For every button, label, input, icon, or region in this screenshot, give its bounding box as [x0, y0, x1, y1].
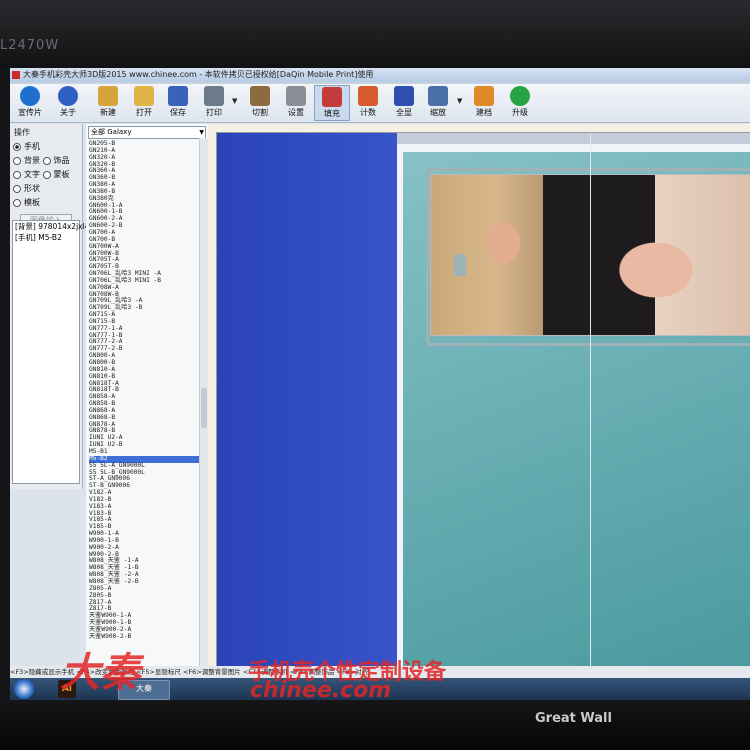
toolbar-label: 升级 [512, 108, 528, 117]
monitor-bezel-left [0, 68, 10, 700]
fill-button[interactable]: 填充 [314, 85, 350, 121]
radio-label: 模板 [24, 198, 40, 207]
screen: 大秦手机彩壳大师3D版2015 www.chinee.com - 本软件拷贝已授… [10, 68, 750, 700]
radio-icon[interactable] [42, 156, 51, 165]
print-button[interactable]: 打印 [196, 85, 232, 121]
radio-label: 蒙板 [53, 170, 70, 179]
radio-text[interactable]: 文字 蒙板 [13, 169, 79, 180]
monitor-bezel-bottom [0, 700, 750, 750]
radio-selected-icon [13, 142, 21, 151]
model-list[interactable]: GN205-B GN210-A GN320-A GN320-B GN360-A GN360… [86, 140, 208, 641]
brand-combo[interactable]: 全部 Galaxy ▼ [88, 126, 206, 139]
settings-button[interactable]: 设置 [278, 85, 314, 121]
radio-icon [13, 156, 21, 165]
radio-shape[interactable]: 形状 [13, 183, 79, 194]
zoom-button[interactable]: 缩放 [420, 85, 456, 121]
about-button[interactable]: 关于 [50, 85, 86, 121]
folder-icon [134, 86, 154, 106]
cut-button[interactable]: 切割 [242, 85, 278, 121]
toolbar-label: 缩放 [430, 108, 446, 117]
fit-all-button[interactable]: 全显 [386, 85, 422, 121]
layer-listbox[interactable]: [背景] 978014x2jxl4c [手机] M5-B2 [12, 220, 94, 484]
new-button[interactable]: 新建 [90, 85, 126, 121]
guide-line[interactable] [590, 133, 591, 673]
save-icon [168, 86, 188, 106]
toolbar-label: 打开 [136, 108, 152, 117]
scrollbar-thumb[interactable] [201, 388, 207, 428]
operation-heading: 操作 [14, 128, 30, 137]
phone-template-outline[interactable] [426, 168, 750, 346]
archive-icon [474, 86, 494, 106]
start-button-icon[interactable] [14, 679, 34, 699]
horizontal-ruler [208, 124, 750, 133]
list-item[interactable]: [手机] M5-B2 [13, 232, 79, 243]
radio-icon[interactable] [42, 170, 51, 179]
operation-panel: 操作 手机 背景 饰品 文字 蒙板 形状 模板 图像输入 [背景] 978014… [10, 124, 94, 489]
promo-icon [20, 86, 40, 106]
monitor-bezel-top: L2470W [0, 0, 750, 68]
save-button[interactable]: 保存 [160, 85, 196, 121]
toolbar-label: 切割 [252, 108, 268, 117]
monitor-model-label: L2470W [0, 38, 60, 53]
radio-phone[interactable]: 手机 [13, 141, 79, 152]
toolbar-label: 宣传片 [18, 108, 42, 117]
printer-icon [204, 86, 224, 106]
toolbar-label: 计数 [360, 108, 376, 117]
print-dropdown-arrow[interactable]: ▼ [232, 97, 237, 105]
open-button[interactable]: 打开 [126, 85, 162, 121]
chevron-down-icon[interactable]: ▼ [199, 127, 204, 138]
model-list-panel: 全部 Galaxy ▼ GN205-B GN210-A GN320-A GN320-B G… [86, 124, 209, 700]
count-icon [358, 86, 378, 106]
model-list-scrollbar[interactable] [199, 138, 208, 686]
promo-button[interactable]: 宣传片 [12, 85, 48, 121]
radio-label: 饰品 [53, 156, 70, 165]
toolbar-label: 新建 [100, 108, 116, 117]
watermark-url: chinee.com [250, 678, 392, 703]
combo-value: 全部 Galaxy [91, 128, 132, 136]
new-file-icon [98, 86, 118, 106]
zoom-dropdown-arrow[interactable]: ▼ [457, 97, 462, 105]
radio-icon [13, 184, 21, 193]
toolbar-label: 填充 [324, 109, 340, 118]
toolbar-label: 保存 [170, 108, 186, 117]
radio-label: 背景 [24, 156, 40, 165]
fullscreen-icon [394, 86, 414, 106]
vertical-ruler [208, 132, 217, 672]
radio-icon [13, 170, 21, 179]
fill-icon [322, 87, 342, 107]
info-icon [58, 86, 78, 106]
toolbar-label: 打印 [206, 108, 222, 117]
upgrade-button[interactable]: 升级 [502, 85, 538, 121]
radio-label: 手机 [24, 142, 40, 151]
design-canvas[interactable] [208, 124, 750, 700]
workspace-background [217, 133, 397, 673]
toolbar-label: 建档 [476, 108, 492, 117]
count-button[interactable]: 计数 [350, 85, 386, 121]
cut-icon [250, 86, 270, 106]
upgrade-arrow-icon [510, 86, 530, 106]
create-file-button[interactable]: 建档 [466, 85, 502, 121]
window-titlebar[interactable]: 大秦手机彩壳大师3D版2015 www.chinee.com - 本软件拷贝已授… [10, 68, 750, 82]
toolbar-label: 设置 [288, 108, 304, 117]
toolbar: 宣传片 关于 新建 打开 保存 打印 ▼ 切割 设置 填充 计数 全显 缩放 ▼… [10, 84, 750, 123]
app-icon [12, 71, 20, 79]
list-item[interactable]: [背景] 978014x2jxl4c [13, 221, 94, 232]
radio-template[interactable]: 模板 [13, 197, 79, 208]
radio-label: 文字 [24, 170, 40, 179]
zoom-icon [428, 86, 448, 106]
watermark-logo: 大秦 [60, 650, 140, 696]
radio-icon [13, 198, 21, 207]
toolbar-label: 全显 [396, 108, 412, 117]
radio-background[interactable]: 背景 饰品 [13, 155, 79, 166]
radio-label: 形状 [24, 184, 40, 193]
toolbar-label: 关于 [60, 108, 76, 117]
camera-cutout [454, 254, 466, 276]
tools-icon [286, 86, 306, 106]
window-title: 大秦手机彩壳大师3D版2015 www.chinee.com - 本软件拷贝已授… [23, 70, 374, 79]
monitor-brand: Great Wall [535, 711, 612, 726]
